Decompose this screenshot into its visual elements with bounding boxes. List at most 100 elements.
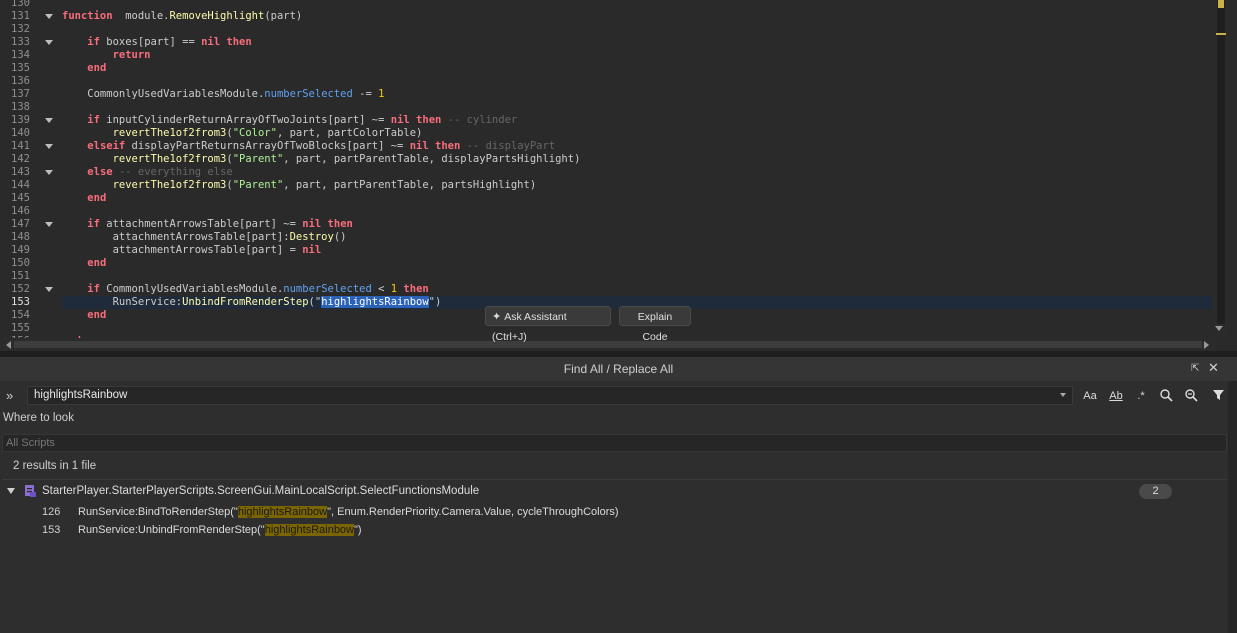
line-number: 140 bbox=[11, 127, 30, 139]
code-token: 1 bbox=[378, 88, 385, 100]
code-line[interactable]: function module.RemoveHighlight(part) bbox=[62, 10, 302, 23]
fold-arrow-icon[interactable] bbox=[45, 170, 53, 175]
result-file-path[interactable]: StarterPlayer.StarterPlayerScripts.Scree… bbox=[42, 485, 479, 497]
where-to-look-label: Where to look bbox=[3, 412, 74, 424]
search-history-dropdown-icon[interactable] bbox=[1060, 393, 1066, 397]
regex-toggle[interactable]: .* bbox=[1132, 388, 1150, 404]
code-token: function bbox=[62, 10, 113, 22]
vertical-scroll-thumb[interactable] bbox=[1218, 0, 1224, 8]
code-token: numberSelected bbox=[283, 283, 372, 295]
code-line[interactable]: revertThe1of2from3("Parent", part, partP… bbox=[62, 179, 537, 192]
explain-code-button[interactable]: Explain Code bbox=[619, 306, 691, 343]
scroll-left-arrow-icon[interactable] bbox=[6, 341, 11, 349]
code-line[interactable]: return bbox=[62, 49, 151, 62]
code-token: "Color" bbox=[232, 127, 277, 139]
code-token: , part, partParentTable, displayPartsHig… bbox=[283, 153, 581, 165]
code-token: ") bbox=[428, 296, 442, 308]
horizontal-scroll-thumb[interactable] bbox=[14, 341, 1202, 348]
code-line[interactable]: attachmentArrowsTable[part]:Destroy() bbox=[62, 231, 347, 244]
code-token: revertThe1of2from3 bbox=[112, 153, 227, 165]
code-line[interactable]: if inputCylinderReturnArrayOfTwoJoints[p… bbox=[62, 114, 517, 127]
collapse-file-icon[interactable] bbox=[7, 488, 15, 494]
search-input[interactable]: highlightsRainbow bbox=[27, 386, 1073, 405]
line-number: 134 bbox=[11, 49, 30, 61]
panel-title: Find All / Replace All bbox=[0, 357, 1237, 381]
code-line[interactable]: revertThe1of2from3("Parent", part, partP… bbox=[62, 153, 581, 166]
code-line[interactable]: revertThe1of2from3("Color", part, partCo… bbox=[62, 127, 423, 140]
filter-icon[interactable] bbox=[1209, 388, 1227, 404]
line-number: 151 bbox=[11, 270, 30, 282]
fold-arrow-icon[interactable] bbox=[45, 287, 53, 292]
result-row[interactable]: RunService:UnbindFromRenderStep("highlig… bbox=[78, 524, 362, 536]
find-in-results-icon[interactable] bbox=[1157, 388, 1175, 404]
code-token: if bbox=[87, 114, 100, 126]
expand-replace-icon[interactable]: » bbox=[6, 389, 20, 403]
code-token: elseif bbox=[87, 140, 126, 152]
code-token: () bbox=[333, 231, 347, 243]
result-text-after: ", Enum.RenderPriority.Camera.Value, cyc… bbox=[327, 506, 619, 518]
scroll-down-arrow-icon[interactable] bbox=[1215, 326, 1223, 331]
code-token: boxes[part] == bbox=[99, 36, 202, 48]
code-token: end bbox=[87, 192, 107, 204]
code-token: end bbox=[87, 309, 107, 321]
fold-arrow-icon[interactable] bbox=[45, 118, 53, 123]
line-number: 147 bbox=[11, 218, 30, 230]
code-line[interactable]: if boxes[part] == nil then bbox=[62, 36, 251, 49]
result-match-highlight: highlightsRainbow bbox=[237, 506, 328, 518]
line-number: 137 bbox=[11, 88, 30, 100]
replace-search-icon[interactable] bbox=[1182, 388, 1200, 404]
match-case-toggle[interactable]: Aa bbox=[1081, 388, 1099, 404]
line-number: 149 bbox=[11, 244, 30, 256]
line-number: 152 bbox=[11, 283, 30, 295]
line-number: 139 bbox=[11, 114, 30, 126]
code-area[interactable]: function module.RemoveHighlight(part) if… bbox=[62, 0, 1214, 338]
fold-arrow-icon[interactable] bbox=[45, 14, 53, 19]
code-line[interactable]: end bbox=[62, 192, 106, 205]
results-divider bbox=[2, 479, 1227, 480]
code-token: CommonlyUsedVariablesModule. bbox=[62, 88, 265, 100]
line-number: 153 bbox=[11, 296, 30, 308]
code-token: attachmentArrowsTable[part] = bbox=[62, 244, 303, 256]
undock-icon[interactable]: ⇱ bbox=[1191, 363, 1202, 374]
ask-assistant-button[interactable]: ✦ Ask Assistant (Ctrl+J) bbox=[485, 306, 611, 343]
selected-text: highlightsRainbow bbox=[321, 296, 429, 308]
code-editor[interactable]: 130 131 132 133 134 135 136 137 138 139 140 141 142 1… bbox=[0, 0, 1237, 351]
result-line-number: 153 bbox=[42, 524, 61, 536]
line-number: 135 bbox=[11, 62, 30, 74]
result-text-before: RunService:BindToRenderStep(" bbox=[78, 506, 238, 518]
code-line[interactable]: if attachmentArrowsTable[part] ~= nil th… bbox=[62, 218, 353, 231]
code-line[interactable]: end bbox=[62, 257, 106, 270]
code-line[interactable]: if CommonlyUsedVariablesModule.numberSel… bbox=[62, 283, 428, 296]
code-line[interactable]: CommonlyUsedVariablesModule.numberSelect… bbox=[62, 88, 384, 101]
result-match-highlight: highlightsRainbow bbox=[264, 524, 354, 536]
fold-arrow-icon[interactable] bbox=[45, 144, 53, 149]
close-icon[interactable]: ✕ bbox=[1208, 361, 1220, 375]
code-line[interactable]: end bbox=[62, 309, 106, 322]
code-token: nil bbox=[302, 218, 322, 230]
scroll-right-arrow-icon[interactable] bbox=[1204, 341, 1209, 349]
code-token: return bbox=[112, 49, 151, 61]
line-number: 141 bbox=[11, 140, 30, 152]
line-number: 136 bbox=[11, 75, 30, 87]
code-line[interactable]: attachmentArrowsTable[part] = nil bbox=[62, 244, 322, 257]
code-token: (part) bbox=[264, 10, 303, 22]
code-line[interactable]: end bbox=[62, 62, 106, 75]
code-line[interactable]: else -- everything else bbox=[62, 166, 232, 179]
vertical-scroll-track[interactable] bbox=[1217, 0, 1225, 324]
code-line[interactable]: elseif displayPartReturnsArrayOfTwoBlock… bbox=[62, 140, 555, 153]
result-row[interactable]: RunService:BindToRenderStep("highlightsR… bbox=[78, 506, 619, 518]
code-token: CommonlyUsedVariablesModule. bbox=[99, 283, 284, 295]
code-token: nil bbox=[201, 36, 221, 48]
line-number: 133 bbox=[11, 36, 30, 48]
scope-input[interactable]: All Scripts bbox=[2, 434, 1227, 452]
whole-word-toggle[interactable]: Ab bbox=[1106, 388, 1126, 404]
fold-arrow-icon[interactable] bbox=[45, 222, 53, 227]
line-number: 150 bbox=[11, 257, 30, 269]
panel-scrollbar[interactable] bbox=[1228, 381, 1237, 633]
fold-arrow-icon[interactable] bbox=[45, 40, 53, 45]
code-token: , part, partColorTable) bbox=[276, 127, 423, 139]
